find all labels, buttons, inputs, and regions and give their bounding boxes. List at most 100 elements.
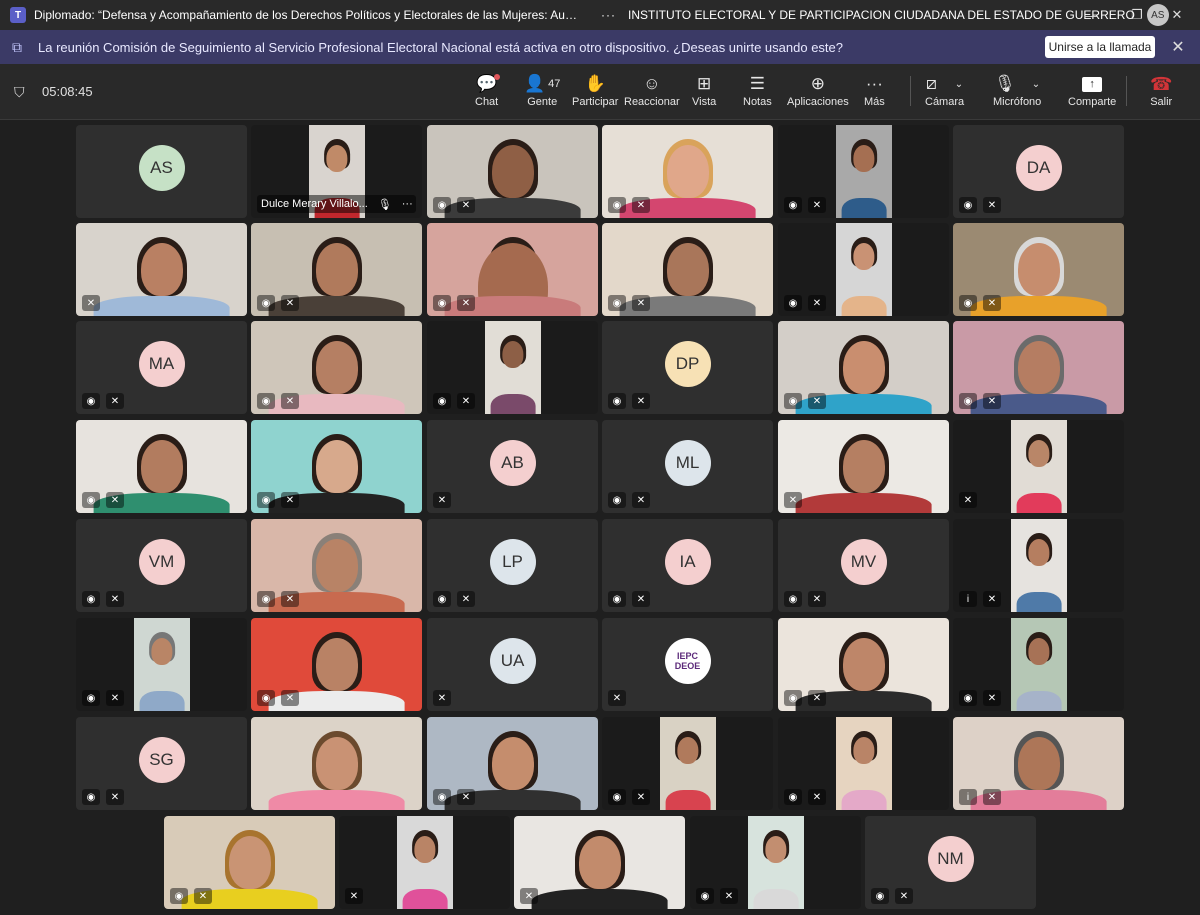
participant-tile[interactable]: ◉ ✕ [427,125,598,218]
camera-chevron-icon: ⌄ [954,78,964,90]
participant-tile[interactable]: VM ◉ ✕ [76,519,247,612]
meeting-title: Diplomado: “Defensa y Acompañamiento de … [34,8,579,22]
participant-tile[interactable]: ✕ [514,816,685,909]
notes-button[interactable]: ☰ Notas [743,72,772,108]
participant-tile[interactable]: ◉ ✕ [778,125,949,218]
banner-close-button[interactable]: ✕ [1168,36,1188,58]
participant-tile[interactable]: MA ◉ ✕ [76,321,247,414]
camera-button[interactable]: ⧄ ⌄ Cámara [925,72,964,108]
participant-tile[interactable]: ◉ ✕ [76,420,247,513]
people-button[interactable]: 👤 47 Gente [524,72,560,108]
participant-tile[interactable]: ◉ ✕ [778,618,949,711]
hand-icon: ✋ [584,74,606,93]
apps-button[interactable]: ⊕ Aplicaciones [787,72,849,108]
avatar: NM [927,835,974,882]
participant-tile[interactable]: ◉ ✕ [953,223,1124,316]
pin-icon: ◉ [170,888,188,904]
participant-tile[interactable]: ◉ ✕ [427,223,598,316]
participant-tile[interactable]: AB ✕ [427,420,598,513]
mic-muted-icon: ✕ [808,197,826,213]
participant-tile[interactable]: ◉ ✕ [953,618,1124,711]
leave-button[interactable]: ☎ Salir [1150,72,1172,109]
participant-tile[interactable]: IA ◉ ✕ [602,519,773,612]
pin-icon: ◉ [959,197,977,213]
participant-tile[interactable]: SG ◉ ✕ [76,717,247,810]
participant-tile[interactable]: IEPC DEOE ✕ [602,618,773,711]
participant-tile[interactable] [251,717,422,810]
mic-muted-icon: ✕ [433,690,451,706]
title-more-button[interactable]: ··· [601,8,616,22]
raise-hand-button[interactable]: ✋ Participar [572,72,618,108]
participant-tile[interactable]: i ✕ [953,519,1124,612]
participant-tile[interactable]: ✕ [953,420,1124,513]
react-button[interactable]: ☺ Reaccionar [624,72,680,108]
participant-tile[interactable]: ◉ ✕ [427,321,598,414]
view-button[interactable]: ⊞ Vista [692,72,716,108]
more-options-icon[interactable]: ··· [402,198,413,210]
teams-app-icon: T [10,7,26,23]
participant-tile[interactable]: Dulce Merary Villalo... 🎙 ··· [251,125,422,218]
mic-muted-icon: ✕ [82,295,100,311]
participant-tile[interactable]: NM ◉ ✕ [865,816,1036,909]
participant-tile[interactable]: ✕ [339,816,510,909]
chat-icon: 💬 [476,72,501,96]
participant-tile[interactable]: ✕ [778,420,949,513]
pin-icon: ◉ [608,393,626,409]
mic-muted-icon: ✕ [281,393,299,409]
participant-tile[interactable]: ✕ [76,223,247,316]
chat-label: Chat [475,96,499,108]
pin-icon: ◉ [784,393,802,409]
participant-tile[interactable]: DA ◉ ✕ [953,125,1124,218]
participant-tile[interactable]: UA ✕ [427,618,598,711]
video-feed [1011,618,1067,711]
participant-tile[interactable]: LP ◉ ✕ [427,519,598,612]
participant-tile[interactable]: ◉ ✕ [602,125,773,218]
share-button[interactable]: ↑ Comparte [1068,72,1116,108]
camera-label: Cámara [925,96,965,108]
participant-tile[interactable]: ◉ ✕ [251,618,422,711]
mic-muted-icon: ✕ [457,591,475,607]
participant-tile[interactable]: ML ◉ ✕ [602,420,773,513]
organization-name: INSTITUTO ELECTORAL Y DE PARTICIPACION C… [628,8,1135,22]
minimize-button[interactable]: — [1068,0,1114,30]
grid-view-icon: ⊞ [697,74,712,93]
participant-tile[interactable]: ◉ ✕ [602,223,773,316]
video-feed [1011,420,1067,513]
more-icon: ··· [865,74,883,93]
pin-icon: ◉ [784,197,802,213]
participant-tile[interactable]: ◉ ✕ [778,321,949,414]
participant-tile[interactable]: ◉ ✕ [690,816,861,909]
chat-button[interactable]: 💬 Chat [475,72,501,108]
mic-muted-icon: ✕ [520,888,538,904]
participant-tile[interactable]: MV ◉ ✕ [778,519,949,612]
participant-tile[interactable]: ◉ ✕ [164,816,335,909]
participant-tile[interactable]: AS [76,125,247,218]
participant-tile[interactable]: ◉ ✕ [251,420,422,513]
microphone-label: Micrófono [993,96,1042,108]
participant-tile[interactable]: ◉ ✕ [602,717,773,810]
participant-tile[interactable]: ◉ ✕ [76,618,247,711]
share-screen-icon: ↑ [1082,72,1103,96]
participant-tile[interactable]: DP ◉ ✕ [602,321,773,414]
join-call-button[interactable]: Unirse a la llamada [1045,36,1155,58]
more-button[interactable]: ··· Más [864,72,885,108]
participant-tile[interactable]: ◉ ✕ [427,717,598,810]
participant-tile[interactable]: ◉ ✕ [251,321,422,414]
participant-tile[interactable]: ◉ ✕ [778,223,949,316]
participant-tile[interactable]: ◉ ✕ [251,519,422,612]
participant-tile[interactable]: ◉ ✕ [778,717,949,810]
close-window-button[interactable]: ✕ [1154,0,1200,30]
pin-icon: ◉ [257,591,275,607]
mic-muted-icon: ✕ [106,789,124,805]
pin-icon: ◉ [433,197,451,213]
pin-icon: ◉ [257,393,275,409]
participant-tile[interactable]: ◉ ✕ [251,223,422,316]
pin-icon: ◉ [784,295,802,311]
participant-tile[interactable]: i ✕ [953,717,1124,810]
participant-tile[interactable]: ◉ ✕ [953,321,1124,414]
microphone-button[interactable]: 🎙 ⌄ Micrófono [993,72,1041,108]
smiley-icon: ☺ [643,74,661,93]
avatar: VM [138,538,185,585]
pin-icon: ◉ [82,492,100,508]
video-feed [485,321,541,414]
